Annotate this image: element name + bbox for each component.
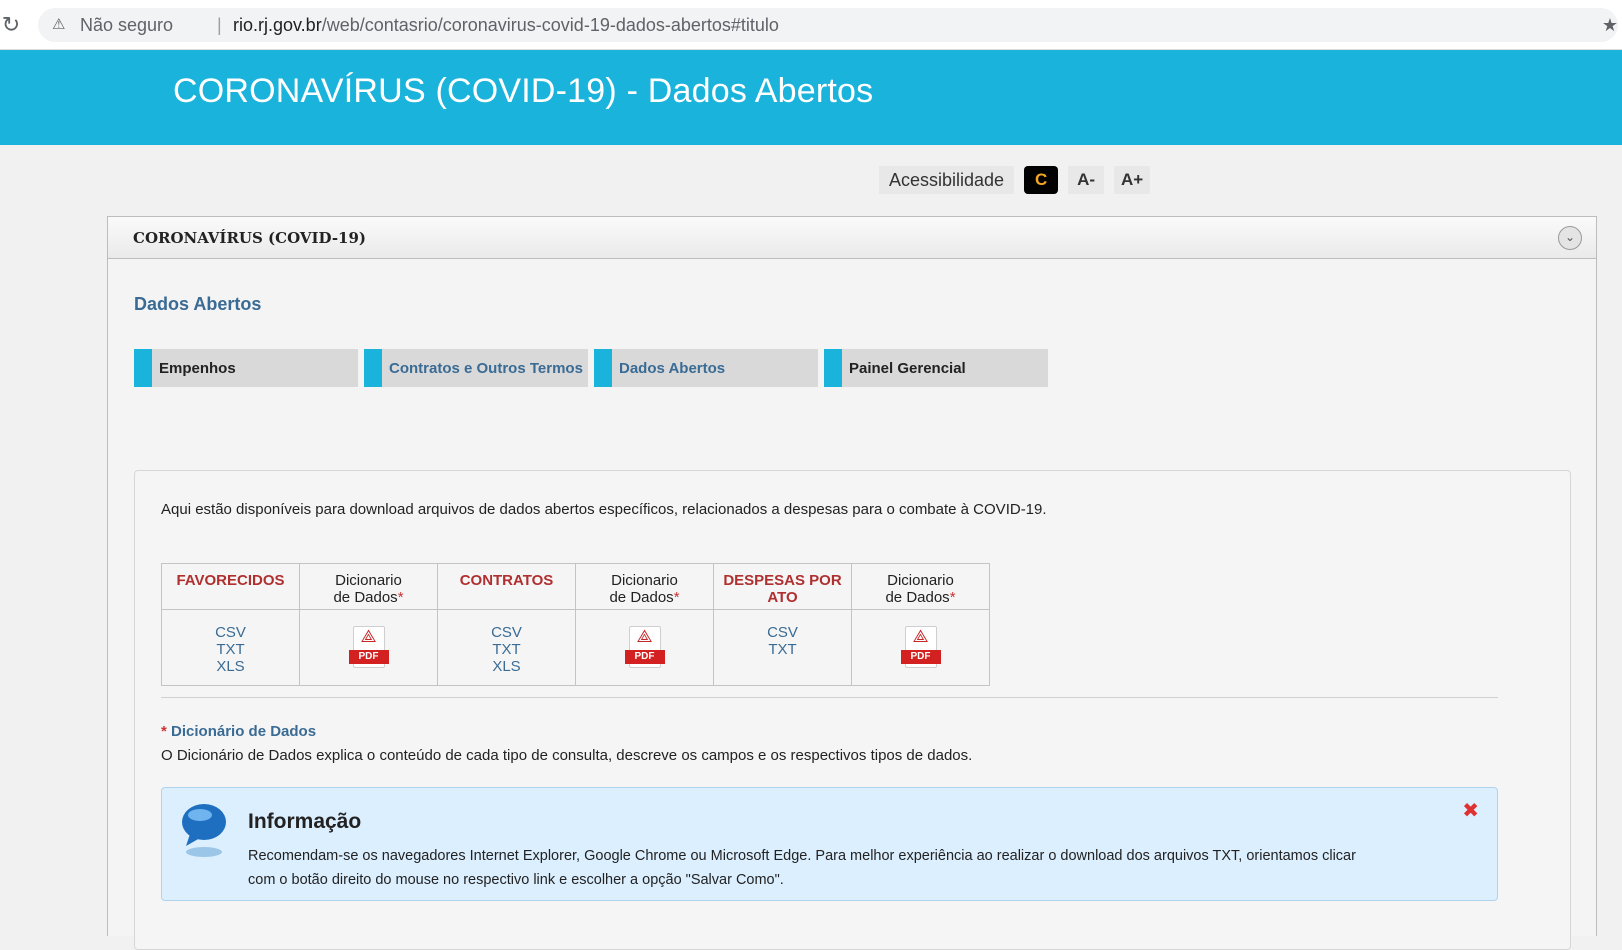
nav-tabs: Empenhos Contratos e Outros Termos Dados… (134, 349, 1048, 387)
dictionary-label: de Dados (333, 589, 398, 606)
csv-link[interactable]: CSV (715, 624, 850, 641)
xls-link[interactable]: XLS (163, 658, 298, 675)
header-despesas-por-ato: DESPESAS POR ATO (713, 563, 852, 610)
page-banner: CORONAVÍRUS (COVID-19) - Dados Abertos (0, 50, 1622, 145)
intro-text: Aqui estão disponíveis para download arq… (161, 501, 1047, 518)
pdf-label: PDF (900, 650, 941, 664)
section-title: Dados Abertos (134, 294, 262, 314)
txt-link[interactable]: TXT (439, 641, 574, 658)
info-text: Recomendam-se os navegadores Internet Ex… (248, 848, 1356, 888)
txt-link[interactable]: TXT (163, 641, 298, 658)
contratos-formats: CSV TXT XLS (437, 609, 576, 686)
dictionary-note-title: * Dicionário de Dados (161, 723, 316, 740)
portlet-title: CORONAVÍRUS (COVID-19) (133, 229, 367, 247)
info-box: Informação Recomendam-se os navegadores … (161, 787, 1498, 901)
tab-empenhos[interactable]: Empenhos (134, 349, 358, 387)
contrast-button[interactable]: C (1024, 166, 1059, 194)
dictionary-label: Dicionario (887, 572, 954, 589)
dictionary-label: Dicionario (611, 572, 678, 589)
required-asterisk: * (673, 589, 680, 606)
url-text[interactable]: rio.rj.gov.br/web/contasrio/coronavirus-… (233, 8, 779, 42)
dictionary-note-description: O Dicionário de Dados explica o conteúdo… (161, 747, 973, 764)
favorecidos-dictionary-cell: ⟁ PDF (299, 609, 438, 686)
category-label: ATO (767, 589, 798, 606)
txt-link[interactable]: TXT (715, 641, 850, 658)
dictionary-note-label: Dicionário de Dados (171, 723, 317, 740)
table-header-row: FAVORECIDOS Dicionario de Dados* CONTRATO… (161, 563, 990, 610)
xls-link[interactable]: XLS (439, 658, 574, 675)
tab-painel-gerencial[interactable]: Painel Gerencial (824, 349, 1048, 387)
pdf-icon[interactable]: ⟁ PDF (348, 626, 389, 670)
accessibility-label[interactable]: Acessibilidade (879, 166, 1015, 194)
csv-link[interactable]: CSV (439, 624, 574, 641)
despesas-dictionary-cell: ⟁ PDF (851, 609, 990, 686)
required-asterisk: * (161, 723, 167, 740)
reload-icon[interactable]: ↻ (0, 12, 22, 38)
header-dictionary: Dicionario de Dados* (575, 563, 714, 610)
warning-icon: ⚠ (52, 16, 66, 33)
accessibility-bar: Acessibilidade C A- A+ (879, 166, 1151, 194)
url-host: rio.rj.gov.br (233, 15, 322, 35)
header-contratos: CONTRATOS (437, 563, 576, 610)
category-label: CONTRATOS (459, 572, 554, 589)
required-asterisk: * (949, 589, 956, 606)
header-favorecidos: FAVORECIDOS (161, 563, 300, 610)
despesas-formats: CSV TXT (713, 609, 852, 686)
csv-link[interactable]: CSV (163, 624, 298, 641)
category-label: DESPESAS POR (723, 572, 842, 589)
dictionary-label: de Dados (609, 589, 674, 606)
dictionary-label: de Dados (885, 589, 950, 606)
contratos-dictionary-cell: ⟁ PDF (575, 609, 714, 686)
info-title: Informação (248, 810, 362, 833)
pdf-label: PDF (348, 650, 389, 664)
required-asterisk: * (397, 589, 404, 606)
portlet-header: CORONAVÍRUS (COVID-19) ⌄ (108, 217, 1596, 259)
pdf-icon[interactable]: ⟁ PDF (624, 626, 665, 670)
tab-contratos[interactable]: Contratos e Outros Termos (364, 349, 588, 387)
collapse-chevron-icon[interactable]: ⌄ (1558, 226, 1582, 250)
acrobat-glyph-icon: ⟁ (912, 626, 929, 646)
pdf-icon[interactable]: ⟁ PDF (900, 626, 941, 670)
speech-bubble-icon (182, 804, 226, 857)
favorecidos-formats: CSV TXT XLS (161, 609, 300, 686)
decrease-font-button[interactable]: A- (1068, 166, 1105, 194)
content-box: Aqui estão disponíveis para download arq… (134, 470, 1571, 950)
not-secure-label[interactable]: Não seguro (80, 8, 173, 42)
pdf-label: PDF (624, 650, 665, 664)
covid-portlet: CORONAVÍRUS (COVID-19) ⌄ Dados Abertos E… (107, 216, 1597, 950)
acrobat-glyph-icon: ⟁ (360, 626, 377, 646)
url-path: /web/contasrio/coronavirus-covid-19-dado… (321, 15, 779, 35)
downloads-table: FAVORECIDOS Dicionario de Dados* CONTRATO… (161, 563, 990, 686)
increase-font-button[interactable]: A+ (1114, 166, 1151, 194)
address-separator: | (217, 15, 222, 35)
category-label: FAVORECIDOS (176, 572, 285, 589)
dictionary-label: Dicionario (335, 572, 402, 589)
browser-toolbar: ↻ ⚠ Não seguro | rio.rj.gov.br/web/conta… (0, 0, 1622, 50)
tab-dados-abertos[interactable]: Dados Abertos (594, 349, 818, 387)
divider (161, 697, 1498, 698)
page-title: CORONAVÍRUS (COVID-19) - Dados Abertos (173, 72, 874, 110)
acrobat-glyph-icon: ⟁ (636, 626, 653, 646)
header-dictionary: Dicionario de Dados* (299, 563, 438, 610)
address-bar[interactable]: ⚠ Não seguro | rio.rj.gov.br/web/contasr… (38, 8, 1618, 42)
close-icon[interactable]: ✖ (1462, 798, 1479, 823)
bookmark-star-icon[interactable]: ★ (1602, 8, 1618, 42)
table-row: CSV TXT XLS ⟁ PDF CSV TXT XLS ⟁ PDF CSV (161, 609, 990, 686)
header-dictionary: Dicionario de Dados* (851, 563, 990, 610)
